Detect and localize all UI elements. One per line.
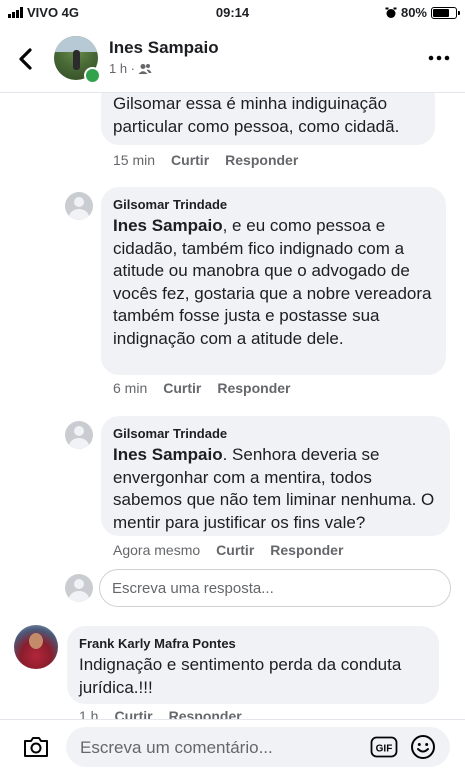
- mention-link[interactable]: Ines Sampaio: [113, 445, 223, 464]
- online-status-dot: [84, 67, 101, 84]
- like-button[interactable]: Curtir: [171, 152, 209, 168]
- battery-fill: [433, 8, 449, 17]
- comment-actions: 6 min Curtir Responder: [113, 380, 290, 396]
- status-bar: VIVO 4G 09:14 80%: [0, 0, 465, 26]
- conversation-header: Ines Sampaio 1 h ·: [0, 26, 465, 93]
- reply-input[interactable]: Escreva uma resposta...: [99, 569, 451, 607]
- comment-text: Gilsomar essa é minha indiguinação parti…: [113, 94, 400, 136]
- reply-button[interactable]: Responder: [225, 152, 298, 168]
- comments-feed[interactable]: Gilsomar essa é minha indiguinação parti…: [0, 93, 465, 719]
- comment-actions: Agora mesmo Curtir Responder: [113, 542, 343, 558]
- avatar[interactable]: [65, 192, 93, 220]
- avatar[interactable]: [65, 421, 93, 449]
- comment-time: 6 min: [113, 380, 148, 396]
- reply-button[interactable]: Responder: [169, 708, 242, 719]
- like-button[interactable]: Curtir: [114, 708, 152, 719]
- avatar[interactable]: [14, 625, 58, 669]
- comment-author[interactable]: Gilsomar Trindade: [113, 197, 434, 212]
- comment-text: Indignação e sentimento perda da conduta…: [79, 655, 402, 697]
- comment-author[interactable]: Frank Karly Mafra Pontes: [79, 636, 427, 651]
- comment-actions: 1 h Curtir Responder: [79, 708, 242, 719]
- comment-bubble: Gilsomar essa é minha indiguinação parti…: [101, 93, 435, 145]
- gif-icon[interactable]: GIF: [370, 735, 398, 759]
- battery-icon: [431, 6, 460, 19]
- comment-author[interactable]: Gilsomar Trindade: [113, 426, 438, 441]
- more-options-icon[interactable]: [427, 48, 451, 68]
- comment-input-placeholder: Escreva um comentário...: [80, 738, 273, 757]
- reply-button[interactable]: Responder: [217, 380, 290, 396]
- comment-input[interactable]: Escreva um comentário... GIF: [66, 727, 450, 767]
- comment-text: Ines Sampaio. Senhora deveria se envergo…: [113, 444, 438, 534]
- comment-bubble: Frank Karly Mafra Pontes Indignação e se…: [67, 626, 439, 704]
- like-button[interactable]: Curtir: [163, 380, 201, 396]
- comment-time: 1 h: [79, 708, 99, 719]
- like-button[interactable]: Curtir: [216, 542, 254, 558]
- back-arrow-icon[interactable]: [14, 44, 40, 74]
- friends-icon: [138, 63, 152, 75]
- comment-text: Ines Sampaio, e eu como pessoa e cidadão…: [113, 215, 434, 350]
- comment-composer: Escreva um comentário... GIF: [0, 719, 465, 774]
- post-time: 1 h ·: [109, 61, 136, 76]
- battery-percent: 80%: [400, 5, 427, 20]
- camera-icon[interactable]: [22, 735, 50, 759]
- profile-name[interactable]: Ines Sampaio: [109, 38, 219, 58]
- battery-info: 80%: [385, 5, 460, 20]
- comment-time: Agora mesmo: [113, 542, 201, 558]
- alarm-icon: [385, 7, 397, 19]
- comment-bubble: Gilsomar Trindade Ines Sampaio, e eu com…: [101, 187, 446, 375]
- svg-text:GIF: GIF: [376, 744, 393, 755]
- comment-bubble: Gilsomar Trindade Ines Sampaio. Senhora …: [101, 416, 450, 536]
- comment-time: 15 min: [113, 152, 156, 168]
- avatar: [65, 574, 93, 602]
- comment-body: , e eu como pessoa e cidadão, também fic…: [113, 216, 432, 348]
- emoji-icon[interactable]: [410, 734, 436, 760]
- comment-actions: 15 min Curtir Responder: [113, 152, 298, 168]
- mention-link[interactable]: Ines Sampaio: [113, 216, 223, 235]
- reply-button[interactable]: Responder: [270, 542, 343, 558]
- post-meta: 1 h ·: [109, 61, 152, 76]
